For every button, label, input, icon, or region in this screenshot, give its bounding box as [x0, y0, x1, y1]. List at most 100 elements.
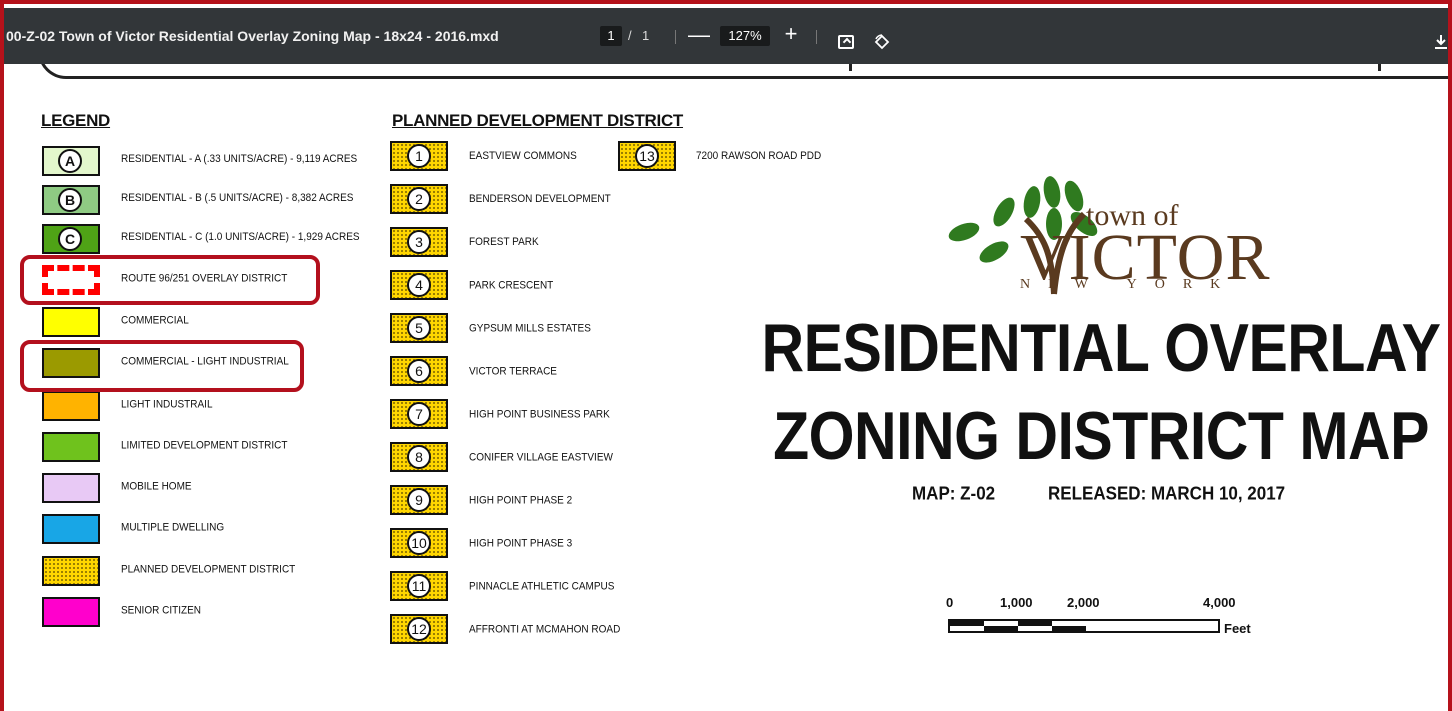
- zoom-in-button[interactable]: +: [781, 23, 801, 45]
- legend-label: RESIDENTIAL - C (1.0 UNITS/ACRE) - 1,929…: [121, 231, 360, 244]
- download-icon[interactable]: [1434, 34, 1448, 50]
- pdd-label: VICTOR TERRACE: [469, 365, 557, 378]
- pdf-toolbar: 00-Z-02 Town of Victor Residential Overl…: [0, 8, 1452, 64]
- pdd-heading: PLANNED DEVELOPMENT DISTRICT: [392, 111, 684, 130]
- pdd-number: 5: [407, 316, 431, 340]
- pdd-swatch: 11: [390, 571, 448, 601]
- zoom-out-button[interactable]: —: [688, 24, 710, 46]
- pdd-swatch: 3: [390, 227, 448, 257]
- legend-swatch: [42, 391, 100, 421]
- pdd-label: AFFRONTI AT MCMAHON ROAD: [469, 623, 621, 636]
- legend-swatch: [42, 432, 100, 462]
- logo-leaf: [1043, 176, 1061, 208]
- pdd-swatch: 13: [618, 141, 676, 171]
- map-title-line1: RESIDENTIAL OVERLAY: [761, 310, 1441, 386]
- pdd-swatch: 5: [390, 313, 448, 343]
- fit-to-page-icon[interactable]: [838, 35, 854, 49]
- total-pages: 1: [642, 28, 650, 43]
- logo-leaf: [1023, 186, 1041, 218]
- legend-label: RESIDENTIAL - A (.33 UNITS/ACRE) - 9,119…: [121, 153, 358, 166]
- pdd-label: GYPSUM MILLS ESTATES: [469, 322, 591, 335]
- scale-unit: Feet: [1224, 621, 1251, 636]
- legend-label: SENIOR CITIZEN: [121, 604, 202, 617]
- pdd-swatch: 1: [390, 141, 448, 171]
- pdd-label: EASTVIEW COMMONS: [469, 150, 577, 163]
- logo-leaf: [993, 197, 1015, 227]
- legend-label: PLANNED DEVELOPMENT DISTRICT: [121, 563, 296, 576]
- pdd-number: 13: [635, 144, 659, 168]
- pdd-label: PARK CRESCENT: [469, 279, 554, 292]
- map-frame-border: [38, 64, 1448, 79]
- scale-label: 4,000: [1203, 595, 1236, 610]
- logo-leaf: [948, 222, 980, 242]
- legend-swatch: C: [42, 224, 100, 254]
- pdd-swatch: 8: [390, 442, 448, 472]
- legend-label: MULTIPLE DWELLING: [121, 521, 225, 534]
- pdd-number: 4: [407, 273, 431, 297]
- highlight-box: [20, 340, 304, 392]
- legend-swatch: B: [42, 185, 100, 215]
- legend-heading: LEGEND: [41, 111, 111, 130]
- release-date: RELEASED: MARCH 10, 2017: [1048, 483, 1286, 504]
- logo-leaf: [979, 241, 1009, 263]
- pdd-number: 12: [407, 617, 431, 641]
- document-title: 00-Z-02 Town of Victor Residential Overl…: [6, 28, 499, 44]
- legend-swatch: [42, 307, 100, 337]
- legend-label: MOBILE HOME: [121, 480, 192, 493]
- pdd-label: 7200 RAWSON ROAD PDD: [696, 150, 822, 163]
- legend-label: LIMITED DEVELOPMENT DISTRICT: [121, 439, 288, 452]
- pdd-number: 2: [407, 187, 431, 211]
- legend-swatch: [42, 473, 100, 503]
- pdd-swatch: 2: [390, 184, 448, 214]
- map-number: MAP: Z-02: [912, 483, 996, 504]
- pdd-label: HIGH POINT PHASE 2: [469, 494, 573, 507]
- legend-swatch: [42, 556, 100, 586]
- logo-new-york: NEW YORK: [1020, 277, 1239, 292]
- pdd-swatch: 7: [390, 399, 448, 429]
- pdd-number: 3: [407, 230, 431, 254]
- map-frame-tick: [849, 64, 852, 71]
- legend-swatch: [42, 597, 100, 627]
- pdd-number: 10: [407, 531, 431, 555]
- scale-label: 0: [946, 595, 954, 610]
- toolbar-divider: [675, 30, 676, 44]
- pdd-label: CONIFER VILLAGE EASTVIEW: [469, 451, 613, 464]
- legend-label: LIGHT INDUSTRAIL: [121, 398, 213, 411]
- logo-leaf: [1064, 180, 1084, 212]
- scale-bar: [948, 619, 1220, 633]
- legend-letter: A: [58, 149, 82, 173]
- legend-letter: C: [58, 227, 82, 251]
- pdd-number: 6: [407, 359, 431, 383]
- rotate-icon[interactable]: [873, 33, 891, 51]
- zoom-level-input[interactable]: 127%: [720, 26, 770, 46]
- pdd-swatch: 10: [390, 528, 448, 558]
- scale-label: 1,000: [1000, 595, 1033, 610]
- pdd-swatch: 4: [390, 270, 448, 300]
- pdd-swatch: 9: [390, 485, 448, 515]
- map-frame-tick: [1378, 64, 1381, 71]
- legend-letter: B: [58, 188, 82, 212]
- map-title-line2: ZONING DISTRICT MAP: [773, 398, 1429, 474]
- pdd-label: FOREST PARK: [469, 236, 539, 249]
- pdd-label: PINNACLE ATHLETIC CAMPUS: [469, 580, 615, 593]
- highlight-box: [20, 255, 320, 305]
- pdd-number: 1: [407, 144, 431, 168]
- legend-label: RESIDENTIAL - B (.5 UNITS/ACRE) - 8,382 …: [121, 192, 354, 205]
- pdd-number: 11: [407, 574, 431, 598]
- legend-swatch: A: [42, 146, 100, 176]
- legend-swatch: [42, 514, 100, 544]
- pdd-label: HIGH POINT PHASE 3: [469, 537, 573, 550]
- pdd-number: 8: [407, 445, 431, 469]
- page-separator: /: [628, 28, 632, 43]
- pdd-label: HIGH POINT BUSINESS PARK: [469, 408, 610, 421]
- pdd-number: 9: [407, 488, 431, 512]
- toolbar-divider: [816, 30, 817, 44]
- document-page: LEGEND A RESIDENTIAL - A (.33 UNITS/ACRE)…: [4, 64, 1448, 711]
- current-page-input[interactable]: 1: [600, 26, 622, 46]
- pdd-label: BENDERSON DEVELOPMENT: [469, 193, 611, 206]
- pdd-number: 7: [407, 402, 431, 426]
- legend-label: COMMERCIAL: [121, 314, 189, 327]
- pdd-swatch: 6: [390, 356, 448, 386]
- pdd-swatch: 12: [390, 614, 448, 644]
- scale-label: 2,000: [1067, 595, 1100, 610]
